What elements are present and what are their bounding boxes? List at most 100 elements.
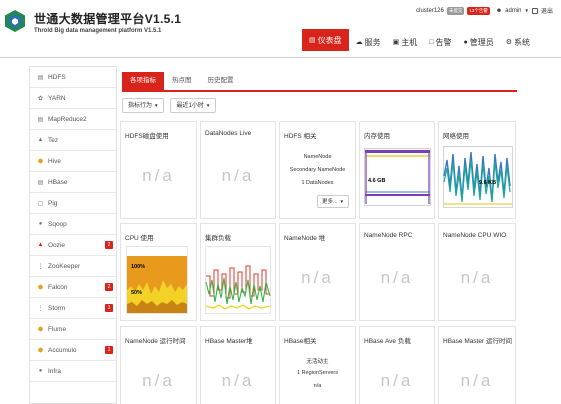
widget-cluster-load[interactable]: 集群负载 bbox=[200, 223, 276, 321]
app-logo-icon bbox=[5, 10, 25, 32]
widget-grid: HDFS磁盘使用 n/a DataNodes Live n/a HDFS 相关 … bbox=[120, 121, 518, 404]
memory-chart bbox=[364, 148, 431, 206]
nav-alerts[interactable]: □ 告警 bbox=[424, 33, 456, 51]
widget-value: n/a bbox=[460, 268, 494, 287]
widget-title: DataNodes Live bbox=[205, 130, 252, 137]
nav-admin-label: 管理员 bbox=[469, 37, 494, 47]
chevron-down-icon: ▼ bbox=[524, 8, 529, 13]
sidebar-item-sqoop[interactable]: ● Sqoop bbox=[30, 214, 116, 235]
memory-value-label: 4.6 GB bbox=[368, 178, 386, 184]
nav-system[interactable]: ⚙ 系统 bbox=[501, 33, 535, 51]
info-no-active-master[interactable]: 无活动主 bbox=[280, 357, 355, 365]
more-button[interactable]: 更多... ▼ bbox=[317, 195, 350, 208]
flume-icon: ⬢ bbox=[37, 326, 44, 333]
sidebar-item-label: HDFS bbox=[48, 73, 66, 81]
widget-network[interactable]: 网络使用 9.6 KB bbox=[438, 121, 516, 219]
widget-hbase-master-heap[interactable]: HBase Master堆 n/a bbox=[200, 326, 276, 404]
sidebar-item-hive[interactable]: ⬢ Hive bbox=[30, 151, 116, 172]
nav-admin[interactable]: ● 管理员 bbox=[458, 33, 498, 51]
sidebar-item-mapreduce2[interactable]: ▤ MapReduce2 bbox=[30, 109, 116, 130]
widget-value: n/a bbox=[301, 268, 334, 287]
widget-value: n/a bbox=[221, 371, 255, 390]
tab-config-history[interactable]: 历史配置 bbox=[200, 72, 242, 90]
metric-action-dropdown[interactable]: 指标行为 ▼ bbox=[122, 98, 165, 113]
widget-cpu[interactable]: CPU 使用 100% 50% bbox=[120, 223, 197, 321]
logout-link[interactable]: 退出 bbox=[541, 6, 553, 15]
sidebar-item-hdfs[interactable]: ▤ HDFS bbox=[30, 67, 116, 88]
widget-hbase-ave-load[interactable]: HBase Ave 负载 n/a bbox=[359, 326, 435, 404]
widget-datanodes-live[interactable]: DataNodes Live n/a bbox=[200, 121, 276, 219]
memory-band-total bbox=[365, 150, 430, 153]
widget-namenode-rpc[interactable]: NameNode RPC n/a bbox=[359, 223, 435, 321]
widget-hbase-master-uptime[interactable]: HBase Master 运行时间 n/a bbox=[438, 326, 516, 404]
infra-icon: ● bbox=[38, 368, 43, 374]
cpu-label-100: 100% bbox=[131, 264, 146, 270]
hosts-icon: ▣ bbox=[392, 39, 400, 46]
cluster-load-chart bbox=[205, 246, 271, 314]
sidebar-item-pig[interactable]: ▢ Pig bbox=[30, 193, 116, 214]
dashboard-icon: ▤ bbox=[309, 37, 316, 44]
admin-user-icon: ● bbox=[463, 38, 468, 46]
sidebar-item-label: Pig bbox=[48, 199, 58, 207]
cpu-label-50: 50% bbox=[131, 290, 143, 296]
sidebar-item-yarn[interactable]: ✿ YARN bbox=[30, 88, 116, 109]
cluster-name[interactable]: cluster126 bbox=[416, 8, 444, 14]
widget-memory[interactable]: 内存使用 4.6 GB bbox=[359, 121, 435, 219]
sidebar-item-label: Oozie bbox=[48, 241, 65, 249]
widget-title: HBase Master堆 bbox=[205, 338, 253, 345]
yarn-icon: ✿ bbox=[37, 95, 44, 102]
sidebar-item-falcon[interactable]: ⬢ Falcon 2 bbox=[30, 277, 116, 298]
sidebar-item-accumulo[interactable]: ⬢ Accumulo 1 bbox=[30, 340, 116, 361]
widget-title: HDFS 相关 bbox=[284, 133, 317, 140]
sidebar-item-label: Infra bbox=[48, 367, 62, 375]
widget-title: 集群负载 bbox=[205, 235, 231, 242]
gear-icon: ⚙ bbox=[505, 39, 512, 46]
sidebar-item-storm[interactable]: ⋮ Storm 3 bbox=[30, 298, 116, 319]
nav-services[interactable]: ☁ 服务 bbox=[351, 33, 386, 51]
widget-namenode-cpu-wio[interactable]: NameNode CPU WIO n/a bbox=[438, 223, 516, 321]
widget-title: NameNode CPU WIO bbox=[443, 232, 507, 239]
pig-icon: ▢ bbox=[37, 200, 44, 207]
mapreduce-icon: ▤ bbox=[37, 116, 44, 123]
info-regionservers[interactable]: 1 RegionServers bbox=[280, 370, 355, 376]
widget-hdfs-related[interactable]: HDFS 相关 NameNode Secondary NameNode 1 Da… bbox=[279, 121, 356, 219]
nav-dashboard[interactable]: ▤ 仪表盘 bbox=[302, 29, 349, 51]
info-datanodes[interactable]: 1 DataNodes bbox=[280, 180, 355, 186]
sqoop-icon: ● bbox=[38, 221, 43, 227]
hbase-icon: ▤ bbox=[37, 179, 44, 186]
alerts-icon: □ bbox=[429, 38, 434, 46]
sidebar-item-tez[interactable]: ▲ Tez bbox=[30, 130, 116, 151]
widget-value: n/a bbox=[380, 268, 414, 287]
info-secondary-namenode[interactable]: Secondary NameNode bbox=[280, 167, 355, 173]
sidebar-item-oozie[interactable]: ▲ Oozie 2 bbox=[30, 235, 116, 256]
dashboard-page: 世通大数据管理平台V1.5.1 Throld Big data manageme… bbox=[0, 0, 561, 404]
info-namenode[interactable]: NameNode bbox=[280, 154, 355, 160]
widget-hdfs-disk[interactable]: HDFS磁盘使用 n/a bbox=[120, 121, 197, 219]
cluster-status-badge: 未提交 bbox=[446, 6, 465, 15]
zookeeper-icon: ⋮ bbox=[37, 263, 44, 270]
alert-count-badge[interactable]: 13个告警 bbox=[467, 6, 490, 15]
sidebar-item-label: YARN bbox=[48, 94, 66, 102]
sidebar-item-label: Tez bbox=[48, 136, 59, 144]
sidebar-item-zookeeper[interactable]: ⋮ ZooKeeper bbox=[30, 256, 116, 277]
tez-icon: ▲ bbox=[37, 137, 44, 143]
alert-count-badge: 2 bbox=[105, 283, 113, 291]
tab-heatmap[interactable]: 热点图 bbox=[164, 72, 200, 90]
widget-hbase-related[interactable]: HBase相关 无活动主 1 RegionServers n/a bbox=[279, 326, 356, 404]
nav-hosts[interactable]: ▣ 主机 bbox=[388, 33, 423, 51]
sidebar-item-hbase[interactable]: ▤ HBase bbox=[30, 172, 116, 193]
tab-metrics[interactable]: 各项指标 bbox=[122, 72, 164, 90]
network-chart bbox=[443, 146, 513, 208]
widget-title: 内存使用 bbox=[364, 133, 390, 140]
caret-down-icon: ▼ bbox=[339, 199, 345, 204]
widget-namenode-heap[interactable]: NameNode 堆 n/a bbox=[279, 223, 356, 321]
alert-count-badge: 2 bbox=[105, 241, 113, 249]
cloud-icon: ☁ bbox=[355, 39, 363, 46]
widget-namenode-uptime[interactable]: NameNode 运行时间 n/a bbox=[120, 326, 197, 404]
widget-title: HDFS磁盘使用 bbox=[125, 133, 169, 140]
caret-down-icon: ▼ bbox=[154, 103, 159, 108]
sidebar-item-flume[interactable]: ⬢ Flume bbox=[30, 319, 116, 340]
sidebar-item-infra[interactable]: ● Infra bbox=[30, 361, 116, 382]
user-menu[interactable]: admin bbox=[505, 8, 521, 14]
time-range-dropdown[interactable]: 最近1小时 ▼ bbox=[170, 98, 217, 113]
